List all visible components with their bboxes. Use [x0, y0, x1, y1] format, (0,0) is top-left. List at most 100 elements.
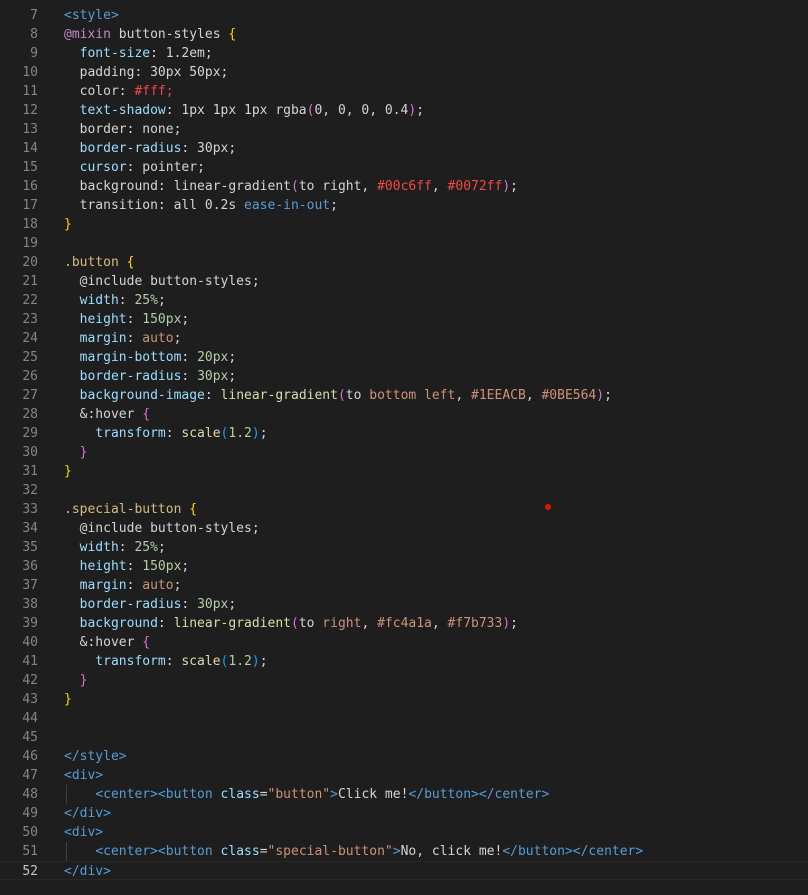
code-line[interactable]: 39 background: linear-gradient(to right,… [0, 614, 808, 633]
code-token: { [142, 635, 151, 650]
code-token: padding: 30px 50px; [64, 65, 229, 80]
code-token: .special-button [64, 502, 190, 517]
code-token: @mixin [64, 27, 111, 42]
code-line[interactable]: 35 width: 25%; [0, 538, 808, 557]
line-content: margin: auto; [64, 329, 182, 348]
code-line[interactable]: 33 .special-button { [0, 500, 808, 519]
code-line[interactable]: 42 } [0, 671, 808, 690]
line-content: <center><button class="button">Click me!… [64, 785, 549, 804]
line-content: background-image: linear-gradient(to bot… [64, 386, 612, 405]
line-number: 18 [22, 217, 38, 232]
code-line[interactable]: 36 height: 150px; [0, 557, 808, 576]
code-line[interactable]: 43} [0, 690, 808, 709]
code-line[interactable]: 47 <div> [0, 766, 808, 785]
line-number: 47 [22, 768, 38, 783]
code-token: .button [64, 255, 127, 270]
line-content: width: 25%; [64, 538, 166, 557]
line-content: @mixin button-styles { [64, 25, 236, 44]
code-token: ; [228, 597, 237, 612]
code-line[interactable]: 18} [0, 215, 808, 234]
code-token: : [126, 312, 143, 327]
code-token: &:hover [64, 407, 143, 422]
code-line[interactable]: 40 &:hover { [0, 633, 808, 652]
code-token: , [431, 616, 448, 631]
code-line[interactable]: 48 <center><button class="button">Click … [0, 785, 808, 804]
code-token: : [118, 293, 135, 308]
code-line[interactable]: 20 .button { [0, 253, 808, 272]
code-line[interactable]: 34 @include button-styles; [0, 519, 808, 538]
code-line[interactable]: 30 } [0, 443, 808, 462]
line-content: background: linear-gradient(to right, #0… [64, 177, 518, 196]
breakpoint-dot-icon [545, 504, 551, 510]
code-token: linear-gradient [220, 388, 338, 403]
code-token: 30px [197, 369, 229, 384]
code-line[interactable]: 26 border-radius: 30px; [0, 367, 808, 386]
code-line[interactable]: 52 </div> [0, 861, 808, 880]
line-content: transform: scale(1.2); [64, 424, 267, 443]
code-token: "special-button" [267, 844, 393, 859]
code-line[interactable]: 7 <style> [0, 6, 808, 25]
code-line[interactable]: 28 &:hover { [0, 405, 808, 424]
line-content: padding: 30px 50px; [64, 63, 229, 82]
code-token: <style> [64, 8, 119, 23]
code-token: { [126, 255, 135, 270]
code-line[interactable]: 24 margin: auto; [0, 329, 808, 348]
code-line[interactable]: 17 transition: all 0.2s ease-in-out; [0, 196, 808, 215]
code-token: "button" [267, 787, 331, 802]
code-line[interactable]: 16 background: linear-gradient(to right,… [0, 177, 808, 196]
line-number: 39 [22, 616, 38, 631]
code-token: , [455, 388, 472, 403]
line-number: 46 [22, 749, 38, 764]
code-line[interactable]: 19 [0, 234, 808, 253]
line-number: 15 [22, 160, 38, 175]
code-line[interactable]: 45 [0, 728, 808, 747]
code-line[interactable]: 14 border-radius: 30px; [0, 139, 808, 158]
code-token: margin [64, 578, 127, 593]
code-line[interactable]: 11 color: #fff; [0, 82, 808, 101]
code-line[interactable]: 37 margin: auto; [0, 576, 808, 595]
line-number: 51 [22, 844, 38, 859]
code-line[interactable]: 49 </div> [0, 804, 808, 823]
code-line[interactable]: 25 margin-bottom: 20px; [0, 348, 808, 367]
code-line[interactable]: 44 [0, 709, 808, 728]
code-token: > [392, 844, 401, 859]
code-token: &:hover [64, 635, 143, 650]
code-line[interactable]: 8 @mixin button-styles { [0, 25, 808, 44]
code-line[interactable]: 12 text-shadow: 1px 1px 1px rgba(0, 0, 0… [0, 101, 808, 120]
line-number: 13 [22, 122, 38, 137]
code-line[interactable]: 22 width: 25%; [0, 291, 808, 310]
line-content: </style> [64, 747, 127, 766]
code-token: 20px [197, 350, 229, 365]
code-line[interactable]: 32 [0, 481, 808, 500]
code-token: ) [502, 616, 511, 631]
code-line[interactable]: 13 border: none; [0, 120, 808, 139]
code-editor[interactable]: 7 <style> 8 @mixin button-styles {9 font-si… [0, 0, 808, 895]
code-line[interactable]: 29 transform: scale(1.2); [0, 424, 808, 443]
code-line[interactable]: 50 <div> [0, 823, 808, 842]
code-line[interactable]: 41 transform: scale(1.2); [0, 652, 808, 671]
line-content: text-shadow: 1px 1px 1px rgba(0, 0, 0, 0… [64, 101, 424, 120]
code-line[interactable]: 38 border-radius: 30px; [0, 595, 808, 614]
code-token: <center><button [95, 844, 221, 859]
code-line[interactable]: 23 height: 150px; [0, 310, 808, 329]
code-token: ; [228, 350, 237, 365]
code-token: background-image [64, 388, 205, 403]
code-line[interactable]: 15 cursor: pointer; [0, 158, 808, 177]
code-token: } [64, 673, 88, 688]
code-line[interactable]: 10 padding: 30px 50px; [0, 63, 808, 82]
code-line[interactable]: 46 </style> [0, 747, 808, 766]
line-number: 19 [22, 236, 38, 251]
line-content: cursor: pointer; [64, 158, 205, 177]
code-token: class [220, 844, 260, 859]
code-token: } [64, 217, 72, 232]
code-line[interactable]: 27 background-image: linear-gradient(to … [0, 386, 808, 405]
line-content: <center><button class="special-button">N… [64, 842, 643, 861]
line-content: <style> [64, 6, 119, 25]
code-line[interactable]: 9 font-size: 1.2em; [0, 44, 808, 63]
code-token: color: [64, 84, 135, 99]
code-token: } [64, 464, 72, 479]
code-line[interactable]: 51 <center><button class="special-button… [0, 842, 808, 861]
code-line[interactable]: 31} [0, 462, 808, 481]
code-line[interactable]: 21 @include button-styles; [0, 272, 808, 291]
